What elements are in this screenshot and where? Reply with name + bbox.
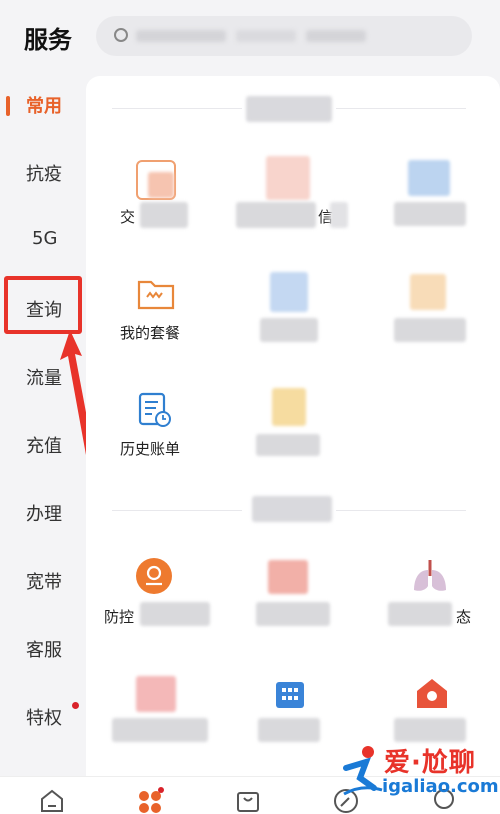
section-divider (112, 510, 242, 511)
section-divider (112, 108, 242, 109)
search-placeholder-blurred (236, 30, 296, 42)
blurred-icon (410, 274, 446, 310)
sidebar-item-5g[interactable]: 5G (0, 220, 86, 260)
service-tile[interactable] (370, 156, 490, 256)
home-icon[interactable] (38, 787, 66, 813)
sidebar-item-common[interactable]: 常用 (0, 84, 86, 124)
blurred-label (236, 202, 316, 228)
service-tile-prevention[interactable]: 防控 (100, 556, 220, 656)
home-shield-icon (417, 679, 447, 708)
blurred-label (394, 202, 466, 226)
services-panel: 交 信 我的套餐 历史账单 防控 态 (86, 76, 500, 776)
sidebar-item-label: 常用 (26, 96, 62, 117)
sidebar-item-label: 客服 (26, 640, 62, 661)
service-tile[interactable] (230, 272, 350, 372)
shopping-bag-icon[interactable] (234, 787, 262, 813)
blurred-label (330, 202, 348, 228)
service-tile[interactable] (230, 556, 350, 656)
annotation-highlight-box (4, 276, 82, 334)
sidebar-item-label: 5G (32, 228, 58, 249)
blurred-label (140, 602, 210, 626)
service-tile[interactable] (100, 672, 220, 772)
blurred-icon (268, 560, 308, 594)
notification-dot (72, 702, 79, 709)
lungs-icon (414, 560, 446, 591)
blurred-label (258, 718, 320, 742)
blurred-icon (136, 676, 176, 712)
services-tab-icon[interactable] (136, 787, 164, 813)
service-tile[interactable] (230, 672, 350, 772)
sidebar-item-broadband[interactable]: 宽带 (0, 560, 86, 600)
page-title: 服务 (24, 26, 72, 54)
sidebar-item-label: 充值 (26, 436, 62, 457)
search-icon (114, 28, 128, 42)
service-tile[interactable]: 信 (230, 156, 350, 256)
blurred-icon (408, 160, 450, 196)
blurred-label (394, 718, 466, 742)
search-placeholder-blurred (306, 30, 366, 42)
active-indicator (6, 96, 10, 116)
watermark-url: igaliao.com (382, 776, 499, 797)
section-title-blurred (246, 96, 332, 122)
folder-icon (137, 280, 175, 310)
sidebar-item-label: 抗疫 (26, 164, 62, 185)
service-tile[interactable]: 交 (100, 156, 220, 256)
section-divider (336, 510, 466, 511)
service-tile[interactable] (370, 272, 490, 372)
bill-history-icon (138, 392, 171, 427)
blurred-label (256, 602, 330, 626)
watermark-logo: 爱·尬聊 igaliao.com (340, 742, 500, 802)
blurred-label (256, 434, 320, 456)
blurred-icon (266, 156, 310, 200)
service-tile-my-plan[interactable]: 我的套餐 (100, 272, 220, 372)
service-tile[interactable] (230, 388, 350, 488)
service-label: 态 (456, 608, 472, 626)
header: 服务 (0, 0, 500, 76)
blurred-label (388, 602, 452, 626)
section-divider (336, 108, 466, 109)
blurred-label (260, 318, 318, 342)
blurred-label (140, 202, 188, 228)
blurred-label (112, 718, 208, 742)
location-shield-icon (136, 558, 172, 594)
search-placeholder-blurred (136, 30, 226, 42)
building-icon (276, 682, 304, 708)
blurred-label (394, 318, 466, 342)
runner-logo-icon (343, 746, 383, 796)
blurred-icon (148, 172, 174, 198)
sidebar-item-epidemic[interactable]: 抗疫 (0, 152, 86, 192)
service-tile-history-bill[interactable]: 历史账单 (100, 388, 220, 488)
service-tile[interactable]: 态 (370, 556, 490, 656)
search-input[interactable] (96, 16, 472, 56)
sidebar-item-service[interactable]: 客服 (0, 628, 86, 668)
section-title-blurred (252, 496, 332, 522)
sidebar-item-privilege[interactable]: 特权 (0, 696, 86, 736)
watermark-brand: 爱·尬聊 (384, 748, 476, 778)
blurred-icon (270, 272, 308, 312)
sidebar-item-label: 流量 (26, 368, 62, 389)
blurred-icon (272, 388, 306, 426)
sidebar-item-label: 办理 (26, 504, 62, 525)
sidebar-item-label: 宽带 (26, 572, 62, 593)
sidebar-item-label: 特权 (26, 708, 62, 729)
